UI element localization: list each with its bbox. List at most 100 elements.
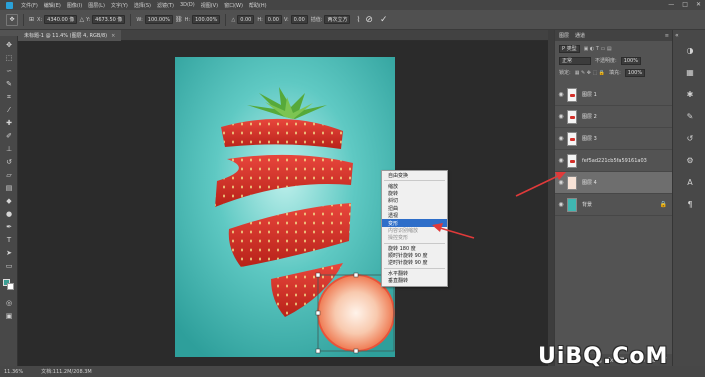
menu-window[interactable]: 窗口(W) — [224, 2, 243, 9]
layer-row[interactable]: ◉ 图层 3 — [555, 128, 673, 150]
eye-icon[interactable]: ◉ — [555, 179, 567, 186]
context-menu-item[interactable]: 缩放 — [382, 182, 447, 190]
eye-icon[interactable]: ◉ — [555, 91, 567, 98]
blur-tool-icon[interactable]: ◆ — [4, 196, 14, 206]
delta-icon[interactable]: △ — [79, 16, 84, 23]
context-menu-item[interactable]: 扭曲 — [382, 205, 447, 212]
context-menu-item[interactable]: 逆时针旋转 90 度 — [382, 259, 447, 266]
canvas-area[interactable] — [18, 41, 548, 366]
maximize-icon[interactable]: □ — [682, 1, 688, 8]
tab-channels[interactable]: 通道 — [575, 32, 585, 39]
move-tool-preset-icon[interactable]: ✥ — [6, 13, 18, 26]
swatches-panel-icon[interactable]: ▦ — [684, 66, 696, 78]
menu-select[interactable]: 选择(S) — [134, 2, 151, 9]
opacity-field[interactable]: 100% — [620, 56, 641, 65]
height-field[interactable]: 100.00% — [192, 15, 221, 24]
menu-filter[interactable]: 滤镜(T) — [157, 2, 174, 9]
healing-brush-tool-icon[interactable]: ✚ — [4, 118, 14, 128]
pen-tool-icon[interactable]: ✒ — [4, 222, 14, 232]
reference-point-icon[interactable]: ⊞ — [29, 16, 34, 23]
layer-row[interactable]: ◉ 图层 1 — [555, 84, 673, 106]
screen-mode-icon[interactable]: ▣ — [4, 311, 14, 321]
menu-view[interactable]: 视图(V) — [201, 2, 218, 9]
history-panel-icon[interactable]: ↺ — [684, 132, 696, 144]
adjustments-panel-icon[interactable]: ✱ — [684, 88, 696, 100]
x-field[interactable]: 4340.00 像 — [44, 15, 78, 24]
eye-icon[interactable]: ◉ — [555, 135, 567, 142]
quick-mask-icon[interactable]: ◎ — [4, 298, 14, 308]
eye-icon[interactable]: ◉ — [555, 157, 567, 164]
shape-tool-icon[interactable]: ▭ — [4, 261, 14, 271]
crop-tool-icon[interactable]: ⌗ — [4, 92, 14, 102]
hskew-field[interactable]: 0.00 — [264, 15, 282, 24]
panel-menu-icon[interactable]: ≡ — [665, 33, 669, 39]
blend-mode-select[interactable]: 正常 — [559, 56, 591, 65]
path-select-tool-icon[interactable]: ➤ — [4, 248, 14, 258]
commit-transform-icon[interactable]: ✓ — [380, 15, 388, 25]
document-tab[interactable]: 未标题-1 @ 11.4% (图层 4, RGB/8) × — [18, 30, 122, 41]
warp-mode-icon[interactable]: ⌇ — [356, 15, 360, 24]
lock-label: 锁定: — [559, 70, 571, 76]
gradient-tool-icon[interactable]: ▤ — [4, 183, 14, 193]
brush-panel-icon[interactable]: ✎ — [684, 110, 696, 122]
history-brush-tool-icon[interactable]: ↺ — [4, 157, 14, 167]
paragraph-panel-icon[interactable]: ¶ — [684, 198, 696, 210]
eye-icon[interactable]: ◉ — [555, 201, 567, 208]
context-menu-item[interactable]: 旋转 — [382, 190, 447, 197]
width-field[interactable]: 100.00% — [144, 15, 174, 24]
menu-help[interactable]: 帮助(H) — [249, 2, 267, 9]
color-panel-icon[interactable]: ◑ — [684, 44, 696, 56]
menu-file[interactable]: 文件(F) — [21, 2, 38, 9]
angle-field[interactable]: 0.00 — [237, 15, 255, 24]
clone-stamp-tool-icon[interactable]: ⊥ — [4, 144, 14, 154]
vskew-field[interactable]: 0.00 — [290, 15, 308, 24]
background-color-swatch[interactable] — [7, 283, 14, 290]
collapse-panels-icon[interactable]: « — [675, 32, 679, 39]
minimize-icon[interactable]: — — [668, 1, 674, 8]
context-menu-item[interactable]: 垂直翻转 — [382, 277, 447, 284]
link-icon[interactable]: ⛓ — [175, 16, 183, 23]
y-field[interactable]: 4673.50 像 — [92, 15, 126, 24]
menu-type[interactable]: 文字(Y) — [111, 2, 128, 9]
context-menu-item[interactable]: 透视 — [382, 212, 447, 219]
menu-item-warp-highlighted[interactable]: 变形 — [382, 219, 447, 227]
menu-layer[interactable]: 图层(L) — [88, 2, 105, 9]
layer-kind-filter[interactable]: P 类型 — [559, 44, 580, 53]
layer-row[interactable]: ◉ fef5ad221cb5fa59161a03 — [555, 150, 673, 172]
context-menu-item[interactable]: 水平翻转 — [382, 270, 447, 277]
eye-icon[interactable]: ◉ — [555, 113, 567, 120]
interpolation-select[interactable]: 两次立方 — [324, 15, 351, 24]
close-tab-icon[interactable]: × — [111, 33, 115, 39]
marquee-tool-icon[interactable]: ⬚ — [4, 53, 14, 63]
opacity-label: 不透明度: — [595, 58, 617, 64]
tab-layers[interactable]: 图层 — [559, 32, 569, 39]
lasso-tool-icon[interactable]: ∽ — [4, 66, 14, 76]
dodge-tool-icon[interactable]: ● — [4, 209, 14, 219]
menu-edit[interactable]: 编辑(E) — [44, 2, 61, 9]
context-menu-item[interactable]: 旋转 180 度 — [382, 245, 447, 252]
lock-icons[interactable]: ▦ ✎ ✥ ⬚ 🔒 — [575, 70, 605, 76]
layer-row[interactable]: ◉ 图层 2 — [555, 106, 673, 128]
character-panel-icon[interactable]: A — [684, 176, 696, 188]
eraser-tool-icon[interactable]: ▱ — [4, 170, 14, 180]
close-window-icon[interactable]: ✕ — [696, 1, 701, 8]
layer-row-selected[interactable]: ◉ 图层 4 — [555, 172, 673, 194]
layers-panel-header: 图层 通道 ≡ — [555, 30, 673, 41]
context-menu-item[interactable]: 自由变换 — [382, 172, 447, 179]
properties-panel-icon[interactable]: ⚙ — [684, 154, 696, 166]
move-tool-icon[interactable]: ✥ — [4, 40, 14, 50]
brush-tool-icon[interactable]: ✐ — [4, 131, 14, 141]
filter-icons[interactable]: ▣ ◐ T ▭ ▤ — [584, 46, 612, 52]
type-tool-icon[interactable]: T — [4, 235, 14, 245]
eyedropper-tool-icon[interactable]: ⁄ — [4, 105, 14, 115]
cancel-transform-icon[interactable]: ⊘ — [365, 15, 373, 25]
context-menu-item[interactable]: 顺时针旋转 90 度 — [382, 252, 447, 259]
menu-image[interactable]: 图像(I) — [67, 2, 82, 9]
fill-field[interactable]: 100% — [624, 68, 646, 77]
menu-3d[interactable]: 3D(D) — [180, 2, 195, 8]
quick-select-tool-icon[interactable]: ✎ — [4, 79, 14, 89]
artboard[interactable] — [175, 57, 395, 357]
context-menu-item[interactable]: 斜切 — [382, 197, 447, 204]
zoom-level[interactable]: 11.36% — [4, 369, 23, 375]
layer-row-background[interactable]: ◉ 背景 🔒 — [555, 194, 673, 216]
